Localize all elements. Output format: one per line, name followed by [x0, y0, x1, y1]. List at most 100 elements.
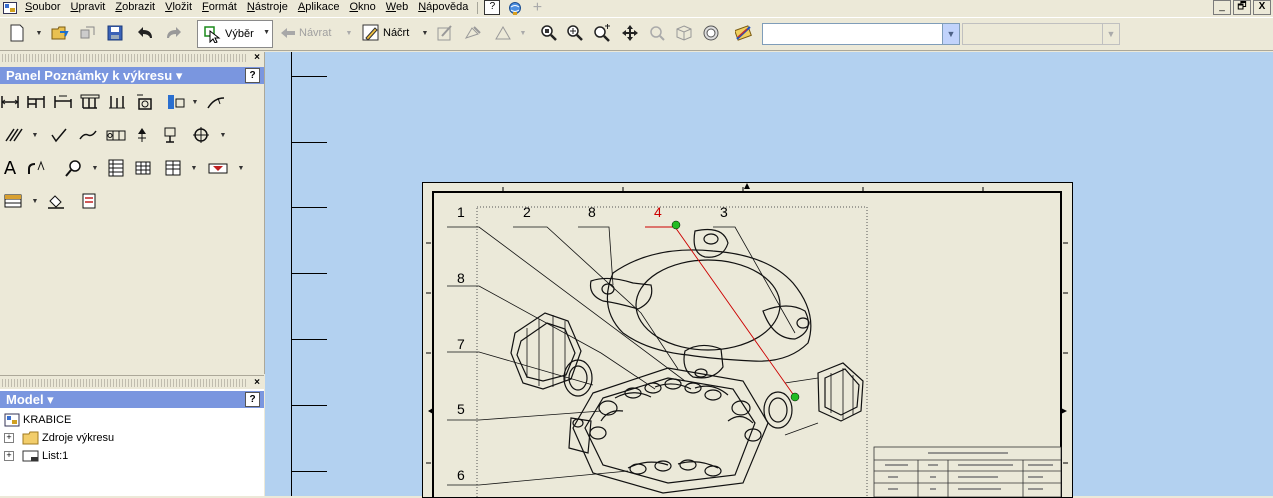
ordinate-set-icon[interactable]: [107, 92, 127, 112]
baseline-set-icon[interactable]: [53, 92, 73, 112]
style-combo[interactable]: ▼: [762, 23, 960, 45]
edit-sketch-button[interactable]: [434, 22, 456, 44]
panel-header[interactable]: Panel Poznámky k výkresu ▾ ?: [0, 67, 264, 84]
menu-zobrazit[interactable]: Zobrazit: [110, 0, 160, 15]
sketch-dropdown[interactable]: ▼: [420, 22, 430, 44]
weld-symbol-icon[interactable]: [78, 125, 98, 145]
pan-button[interactable]: [620, 22, 640, 44]
menu-nastroje[interactable]: Nástroje: [242, 0, 293, 15]
open-button[interactable]: [49, 22, 71, 44]
web-globe-icon[interactable]: [508, 1, 522, 15]
menu-soubor[interactable]: Soubor: [20, 0, 65, 15]
hatch-dropdown[interactable]: ▼: [30, 125, 40, 145]
sketch-button[interactable]: Náčrt: [362, 22, 422, 44]
balloon[interactable]: 8: [457, 270, 465, 286]
balloon[interactable]: 5: [457, 401, 465, 417]
hatch-icon[interactable]: [4, 125, 24, 145]
dimension-dropdown[interactable]: ▼: [190, 92, 200, 112]
zoom-selected-button[interactable]: [647, 22, 667, 44]
balloon-dropdown[interactable]: ▼: [90, 158, 100, 178]
grip-point[interactable]: [671, 220, 681, 230]
menu-aplikace[interactable]: Aplikace: [293, 0, 345, 15]
datum-identifier-icon[interactable]: [132, 125, 152, 145]
chain-dimension-icon[interactable]: [135, 92, 155, 112]
model-header[interactable]: Model ▾ ?: [0, 391, 264, 408]
hole-table-grid-icon[interactable]: [4, 191, 24, 211]
feature-control-frame-icon[interactable]: [106, 125, 126, 145]
help-icon[interactable]: ?: [484, 0, 501, 15]
chevron-down-icon[interactable]: ▼: [1102, 24, 1119, 44]
zoom-all-button[interactable]: [539, 22, 559, 44]
ordinate-dimension-icon[interactable]: [80, 92, 100, 112]
grip-point[interactable]: [790, 392, 800, 402]
menu-vlozit[interactable]: Vložit: [160, 0, 197, 15]
tree-item-sheet[interactable]: + List:1: [0, 447, 264, 465]
panel-splitter[interactable]: ×: [0, 375, 264, 390]
balloon[interactable]: 8: [588, 204, 596, 220]
menu-web[interactable]: Web: [381, 0, 413, 15]
back-dropdown[interactable]: ▼: [344, 22, 354, 44]
hole-table-icon[interactable]: [166, 92, 186, 112]
close-button[interactable]: X: [1253, 0, 1271, 15]
table-icon[interactable]: [133, 158, 153, 178]
menu-okno[interactable]: Okno: [344, 0, 380, 15]
view-cube-button[interactable]: [674, 22, 694, 44]
app-icon[interactable]: [3, 1, 17, 14]
select-mode-button[interactable]: Výběr ▼: [197, 20, 273, 48]
undo-button[interactable]: [135, 22, 157, 44]
balloon[interactable]: 6: [457, 467, 465, 483]
table-dropdown[interactable]: ▼: [189, 158, 199, 178]
close-icon[interactable]: ×: [254, 52, 260, 63]
text-tool-icon[interactable]: A: [0, 158, 20, 179]
close-icon[interactable]: ×: [254, 377, 260, 388]
update-button[interactable]: [462, 22, 484, 44]
caterpillar-icon[interactable]: [80, 191, 100, 211]
shape-dropdown[interactable]: ▼: [518, 22, 528, 44]
center-mark-icon[interactable]: [191, 125, 211, 145]
expand-icon[interactable]: +: [4, 433, 14, 443]
shape-button[interactable]: [492, 22, 514, 44]
center-mark-dropdown[interactable]: ▼: [218, 125, 228, 145]
chevron-down-icon[interactable]: ▼: [942, 24, 959, 44]
redo-button[interactable]: [162, 22, 184, 44]
hole-table-dropdown[interactable]: ▼: [30, 191, 40, 211]
revision-table-icon[interactable]: [163, 158, 183, 178]
tree-item-root[interactable]: KRABICE: [0, 411, 264, 429]
layer-combo[interactable]: ▼: [962, 23, 1120, 45]
projects-button[interactable]: [77, 22, 99, 44]
styles-button[interactable]: [734, 22, 754, 44]
balloon[interactable]: 7: [457, 336, 465, 352]
datum-target-icon[interactable]: [160, 125, 180, 145]
look-at-button[interactable]: [701, 22, 721, 44]
leader-note-icon[interactable]: [26, 158, 46, 178]
zoom-button[interactable]: [565, 22, 585, 44]
balloon[interactable]: 4: [654, 204, 662, 220]
parts-list[interactable]: [873, 446, 1062, 497]
help-icon[interactable]: ?: [245, 392, 260, 407]
panel-grip[interactable]: [2, 379, 248, 387]
new-file-button[interactable]: [6, 22, 28, 44]
new-file-dropdown[interactable]: ▼: [34, 22, 44, 44]
balloon[interactable]: 3: [720, 204, 728, 220]
expand-icon[interactable]: +: [4, 451, 14, 461]
select-mode-dropdown[interactable]: ▼: [263, 29, 270, 36]
plus-icon[interactable]: +: [530, 0, 544, 15]
parts-list-icon[interactable]: [106, 158, 126, 178]
drawing-sheet[interactable]: 1 2 8 4 3 8 7 5 6: [422, 182, 1073, 498]
general-dimension-icon[interactable]: [0, 92, 20, 112]
help-icon[interactable]: ?: [245, 68, 260, 83]
balloon[interactable]: 1: [457, 204, 465, 220]
save-button[interactable]: [104, 22, 126, 44]
menu-format[interactable]: Formát: [197, 0, 242, 15]
menu-upravit[interactable]: Upravit: [65, 0, 110, 15]
menu-napoveda[interactable]: Nápověda: [413, 0, 473, 15]
baseline-dimension-icon[interactable]: [26, 92, 46, 112]
symbols-icon[interactable]: [208, 158, 228, 178]
fill-region-icon[interactable]: [46, 191, 66, 211]
back-button[interactable]: Návrat: [280, 22, 340, 44]
leader-text-icon[interactable]: [206, 92, 226, 112]
surface-texture-icon[interactable]: [50, 125, 70, 145]
zoom-window-button[interactable]: [592, 22, 612, 44]
tree-item-resources[interactable]: + Zdroje výkresu: [0, 429, 264, 447]
minimize-button[interactable]: _: [1213, 0, 1231, 15]
